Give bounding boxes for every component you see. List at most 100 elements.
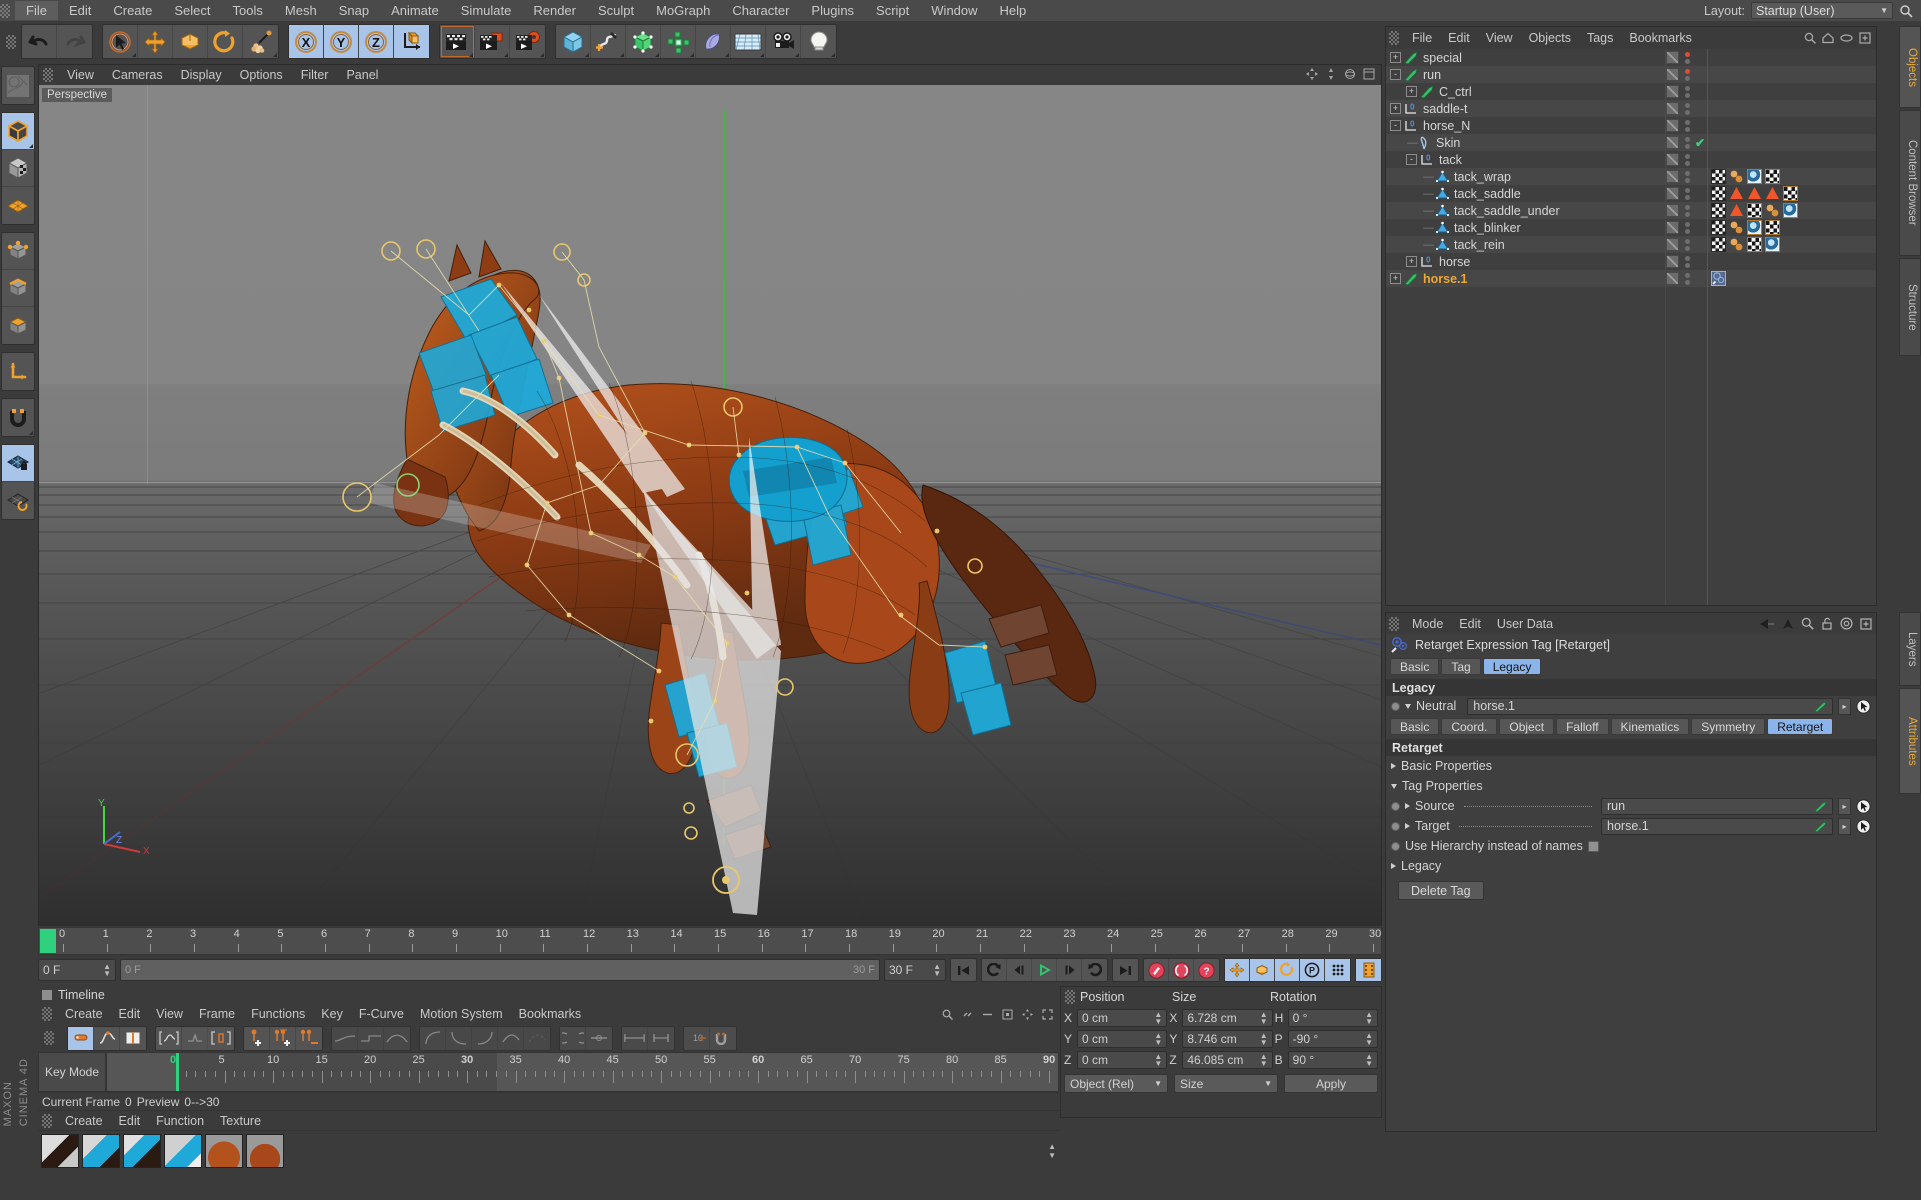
coordinate-mode-select[interactable]: Size ▼	[1174, 1074, 1278, 1093]
material-swatch[interactable]	[164, 1133, 202, 1168]
magnet-icon[interactable]	[243, 25, 278, 58]
search-icon[interactable]	[942, 1009, 953, 1020]
tab-object[interactable]: Object	[1499, 718, 1555, 735]
menu-item-function[interactable]: Function	[148, 1113, 212, 1129]
menu-item-edit[interactable]: Edit	[58, 1, 102, 20]
visibility-dots[interactable]	[1679, 221, 1695, 234]
menu-item-snap[interactable]: Snap	[328, 1, 380, 20]
points-deform-icon[interactable]	[2, 187, 34, 224]
menu-item-sculpt[interactable]: Sculpt	[587, 1, 645, 20]
add-key-icon[interactable]	[244, 1026, 270, 1050]
tree-expander[interactable]: +	[1406, 256, 1417, 267]
shrink-icon[interactable]	[648, 1027, 674, 1050]
object-visibility-row[interactable]	[1666, 100, 1707, 117]
use-hierarchy-checkbox[interactable]	[1587, 840, 1599, 852]
render-view-icon[interactable]	[440, 25, 475, 58]
menu-item-animate[interactable]: Animate	[380, 1, 450, 20]
apply-button[interactable]: Apply	[1284, 1074, 1378, 1093]
spinner-icon[interactable]: ▲ ▼	[933, 963, 941, 978]
render-picture-viewer-icon[interactable]	[475, 25, 510, 58]
tab-legacy[interactable]: Legacy	[1482, 658, 1542, 675]
tab-tag[interactable]: Tag	[1441, 658, 1481, 675]
menu-item-f-curve[interactable]: F-Curve	[351, 1006, 412, 1022]
object-row-tack-wrap[interactable]: — tack_wrap	[1386, 168, 1665, 185]
record-key-icon[interactable]	[1144, 959, 1169, 981]
object-tags-row[interactable]	[1708, 134, 1876, 151]
zoom-view-icon[interactable]	[1325, 68, 1337, 80]
visibility-dots[interactable]	[1679, 85, 1695, 98]
phong-tag-icon[interactable]	[1711, 220, 1726, 235]
target-link-field[interactable]: horse.1	[1601, 817, 1833, 835]
position-x-field[interactable]: 0 cm ▲ ▼	[1077, 1008, 1168, 1027]
menu-item-user-data[interactable]: User Data	[1489, 616, 1561, 632]
visibility-dots[interactable]	[1679, 170, 1695, 183]
key-pla-icon[interactable]	[1325, 959, 1350, 981]
tree-expander[interactable]: +	[1406, 86, 1417, 97]
animate-dot[interactable]	[1391, 701, 1400, 711]
side-tab-structure[interactable]: Structure	[1899, 258, 1921, 356]
object-row-c-ctrl[interactable]: + C_ctrl	[1386, 83, 1665, 100]
object-visibility-row[interactable]: ✔	[1666, 134, 1707, 151]
phong-tag-icon[interactable]	[1711, 237, 1726, 252]
position-y-field[interactable]: 0 cm ▲ ▼	[1077, 1029, 1168, 1048]
side-tab-layers[interactable]: Layers	[1899, 612, 1921, 686]
menu-item-cameras[interactable]: Cameras	[103, 67, 172, 83]
object-visibility-row[interactable]	[1666, 83, 1707, 100]
object-row-special[interactable]: + special	[1386, 49, 1665, 66]
end-frame-field[interactable]: 30 F ▲ ▼	[884, 959, 946, 981]
layout-select[interactable]: Startup (User) ▼	[1751, 2, 1893, 19]
enabled-check-icon[interactable]: ✔	[1695, 136, 1705, 150]
object-row-tack-saddle-under[interactable]: — tack_saddle_under	[1386, 202, 1665, 219]
object-tags-row[interactable]	[1708, 168, 1876, 185]
spinner-icon[interactable]: ▲ ▼	[1365, 1031, 1373, 1046]
material-grip[interactable]	[42, 1113, 52, 1128]
deformer-icon[interactable]	[696, 25, 731, 58]
phong-tag-icon[interactable]	[1711, 169, 1726, 184]
slide-icon[interactable]	[560, 1026, 586, 1050]
cube-primitive-icon[interactable]	[556, 25, 591, 58]
menu-item-mesh[interactable]: Mesh	[274, 1, 328, 20]
object-visibility-row[interactable]	[1666, 49, 1707, 66]
delete-tag-button[interactable]: Delete Tag	[1398, 881, 1484, 900]
menu-item-key[interactable]: Key	[313, 1006, 351, 1022]
texture-tag-icon[interactable]	[1783, 203, 1798, 218]
undo-view-icon[interactable]	[2, 67, 34, 104]
point-mode-icon[interactable]	[2, 233, 34, 270]
rotate-view-icon[interactable]	[1344, 68, 1356, 80]
position-z-field[interactable]: 0 cm ▲ ▼	[1077, 1050, 1168, 1069]
chevron-right-icon[interactable]	[1405, 803, 1410, 809]
selection-tag-icon[interactable]	[1729, 203, 1744, 218]
spinner-icon[interactable]: ▲ ▼	[1154, 1010, 1162, 1025]
tangent-linear-icon[interactable]	[498, 1026, 524, 1050]
linear-region-icon[interactable]	[182, 1026, 208, 1050]
link-icon[interactable]	[962, 1009, 973, 1020]
object-tags-column[interactable]	[1708, 49, 1876, 605]
add-keys-icon[interactable]	[270, 1026, 296, 1050]
visibility-toggle[interactable]	[1666, 153, 1679, 166]
select-cursor-icon[interactable]	[103, 25, 138, 58]
material-swatch[interactable]	[41, 1133, 79, 1168]
menu-item-filter[interactable]: Filter	[292, 67, 338, 83]
object-tags-row[interactable]	[1708, 49, 1876, 66]
object-row-tack-blinker[interactable]: — tack_blinker	[1386, 219, 1665, 236]
tangent-soft-icon[interactable]	[420, 1026, 446, 1050]
material-swatch[interactable]	[82, 1133, 120, 1168]
tangent-ease-out-icon[interactable]	[472, 1026, 498, 1050]
scale-icon[interactable]	[173, 25, 208, 58]
edge-mode-icon[interactable]	[2, 270, 34, 307]
menu-item-file[interactable]: File	[15, 1, 58, 20]
visibility-toggle[interactable]	[1666, 102, 1679, 115]
menu-item-file[interactable]: File	[1404, 30, 1440, 46]
object-manager-grip[interactable]	[1389, 31, 1399, 45]
key-all-icon[interactable]	[1356, 959, 1381, 981]
phong-tag-icon[interactable]	[1711, 186, 1726, 201]
spinner-icon[interactable]: ▲ ▼	[1154, 1031, 1162, 1046]
menu-item-simulate[interactable]: Simulate	[450, 1, 523, 20]
search-icon[interactable]	[1801, 617, 1814, 630]
spinner-icon[interactable]: ▲ ▼	[1365, 1010, 1373, 1025]
tangent-ease-in-icon[interactable]	[446, 1026, 472, 1050]
tree-expander[interactable]: -	[1390, 69, 1401, 80]
go-to-start-icon[interactable]	[951, 959, 976, 981]
move-keys-icon[interactable]: 10	[684, 1026, 710, 1050]
visibility-dots[interactable]	[1679, 51, 1695, 64]
